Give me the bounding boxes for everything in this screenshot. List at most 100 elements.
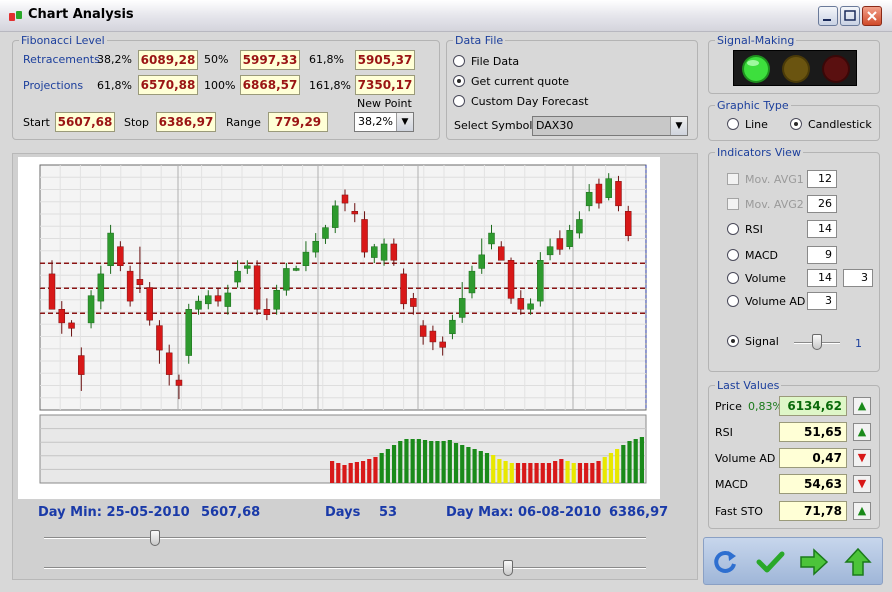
radio-line[interactable] [727,118,739,130]
candle-body [566,230,573,247]
refresh-icon[interactable] [710,546,742,578]
indicator-bar [478,451,483,483]
indicator-bar [639,437,644,483]
radio-file-data[interactable] [453,55,465,67]
last-macd-value: 54,63 [779,474,847,494]
indicator-bar [484,453,490,483]
symbol-select[interactable]: DAX30 ▼ [532,116,688,136]
day-min-label: Day Min: 25-05-2010 [38,505,190,520]
indicator-bar [590,463,595,483]
file-data-label[interactable]: File Data [471,55,519,68]
custom-day-forecast-label[interactable]: Custom Day Forecast [471,95,588,108]
start-date-slider-thumb[interactable] [150,530,160,546]
volume-ad-input[interactable]: 3 [807,292,837,310]
indicator-bar [398,441,403,483]
indicator-bar [330,461,335,483]
retracement-pct-3: 61,8% [309,53,344,66]
chevron-down-icon[interactable]: ▼ [396,113,413,131]
macd-input[interactable]: 9 [807,246,837,264]
projections-label: Projections [23,79,84,92]
candle-body [537,260,544,302]
new-point-select[interactable]: 38,2% ▼ [354,112,414,132]
volume-ad-label[interactable]: Volume AD [745,295,805,308]
radio-volume[interactable] [727,272,739,284]
macd-label[interactable]: MACD [745,249,778,262]
rsi-input[interactable]: 14 [807,220,837,238]
candle-body [478,254,485,269]
radio-signal[interactable] [727,335,739,347]
indicator-bar [385,449,390,483]
candle-body [380,243,388,261]
maximize-button[interactable] [840,6,860,26]
mov-avg2-checkbox[interactable] [727,198,739,210]
volume-input-2[interactable]: 3 [843,269,873,287]
retracements-label: Retracements [23,53,100,66]
mov-avg1-checkbox[interactable] [727,173,739,185]
radio-candlestick[interactable] [790,118,802,130]
signal-label[interactable]: Signal [745,335,779,348]
start-value: 5607,68 [55,112,115,132]
end-date-slider-track[interactable] [44,567,646,569]
candlestick-label[interactable]: Candlestick [808,118,872,131]
mov-avg2-label: Mov. AVG2 [745,198,804,211]
indicator-bar [503,461,508,483]
projection-value-3: 7350,17 [355,75,415,95]
radio-get-current-quote[interactable] [453,75,465,87]
indicator-bar [565,461,570,483]
candle-body [58,309,66,324]
chevron-down-icon[interactable]: ▼ [670,117,687,135]
radio-volume-ad[interactable] [727,295,739,307]
candle-body [97,273,105,302]
indicator-bar [354,462,359,483]
rsi-label[interactable]: RSI [745,223,763,236]
get-current-quote-label[interactable]: Get current quote [471,75,569,88]
arrow-right-icon[interactable] [798,546,830,578]
signal-slider-thumb[interactable] [812,334,822,350]
candle-body [361,219,368,253]
indicator-bar [429,441,434,483]
indicator-bar [466,447,471,483]
arrow-up-icon[interactable] [842,546,874,578]
radio-rsi[interactable] [727,223,739,235]
projection-pct-2: 100% [204,79,236,92]
radio-custom-day-forecast[interactable] [453,95,465,107]
candle-body [68,322,75,329]
mov-avg2-input[interactable]: 26 [807,195,837,213]
last-rsi-label: RSI [715,426,733,439]
candle-body [468,270,476,294]
mov-avg1-label: Mov. AVG1 [745,173,804,186]
signal-making-legend: Signal-Making [717,34,795,47]
candle-body [556,238,564,250]
fast-sto-value: 71,78 [779,501,847,521]
indicator-bar [416,439,421,483]
end-date-slider-thumb[interactable] [503,560,513,576]
close-button[interactable] [862,6,882,26]
volume-label[interactable]: Volume [745,272,786,285]
candle-body [292,268,300,271]
projection-pct-3: 161,8% [309,79,351,92]
indicator-bar [435,441,440,483]
indicator-bar [391,445,397,483]
minimize-button[interactable] [818,6,838,26]
radio-macd[interactable] [727,249,739,261]
line-label[interactable]: Line [745,118,768,131]
start-date-slider-track[interactable] [44,537,646,539]
indicator-bar [491,455,496,483]
candle-body [429,330,437,343]
fast-sto-label: Fast STO [715,505,763,518]
mov-avg1-input[interactable]: 12 [807,170,837,188]
indicator-bar [522,463,527,483]
candle-body [117,246,124,266]
candle-body [175,379,183,386]
volume-input[interactable]: 14 [807,269,837,287]
candle-body [165,352,173,375]
indicator-bar [596,461,601,483]
projection-pct-1: 61,8% [97,79,132,92]
check-icon[interactable] [754,546,786,578]
candlestick-chart [39,164,647,484]
candle-body [517,298,525,310]
title-bar: Chart Analysis [0,0,892,32]
new-point-label: New Point [357,97,412,110]
candle-body [507,260,515,299]
candle-body [87,295,95,324]
